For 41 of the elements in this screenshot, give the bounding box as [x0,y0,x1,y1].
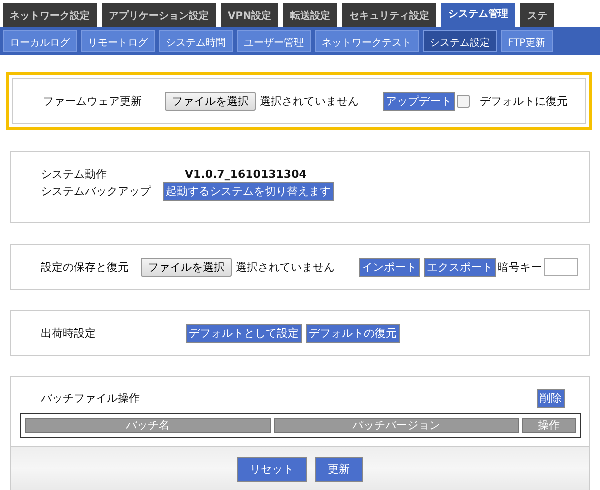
sub-tab[interactable]: FTP更新 [501,30,553,52]
checkbox[interactable] [457,94,470,108]
field-label: システムバックアップ [41,184,152,199]
choose-file-button[interactable]: ファイルを選択 [165,92,256,110]
file-status: 選択されていません [236,260,335,274]
sub-tab[interactable]: リモートログ [81,30,155,52]
footer-button[interactable]: リセット [237,457,307,482]
column-header: パッチバージョン [274,418,519,433]
column-header: パッチ名 [25,418,270,433]
top-tab[interactable]: セキュリティ設定 [342,3,436,27]
section-title: パッチファイル操作 [41,390,140,406]
sub-tab[interactable]: ユーザー管理 [237,30,311,52]
action-button[interactable]: デフォルトとして設定 [186,324,302,342]
sub-tab[interactable]: ローカルログ [3,30,77,52]
sub-tab[interactable]: システム時間 [159,30,233,52]
action-button[interactable]: エクスポート [424,258,496,276]
choose-file-button[interactable]: ファイルを選択 [141,258,232,276]
field-label: 暗号キー [498,260,542,274]
sub-tab[interactable]: システム設定 [423,30,497,52]
top-tab[interactable]: 転送設定 [283,3,338,27]
footer-button[interactable]: 更新 [315,457,363,482]
field-label: ファームウェア更新 [43,94,143,108]
top-tab[interactable]: アプリケーション設定 [102,3,216,27]
top-tab[interactable]: VPN設定 [221,3,278,27]
action-button[interactable]: インポート [359,258,420,276]
delete-button[interactable]: 削除 [537,388,565,408]
column-header: 操作 [522,418,576,433]
file-status: 選択されていません [260,94,359,108]
version-text: V1.0.7_1610131304 [185,168,307,181]
field-label: 設定の保存と復元 [41,260,130,274]
top-tab[interactable]: ネットワーク設定 [3,3,97,27]
switch-system-button[interactable]: 起動するシステムを切り替えます [163,182,334,201]
update-button[interactable]: アップデート [383,92,455,110]
top-tab[interactable]: システム管理 [441,3,516,27]
key-input-field[interactable] [544,258,578,276]
top-tab[interactable]: ステ [520,3,554,27]
action-button[interactable]: デフォルトの復元 [306,324,400,342]
field-label: システム動作 [41,167,108,182]
field-label: 出荷時設定 [41,326,97,340]
checkbox-label: デフォルトに復元 [480,94,568,108]
sub-tab[interactable]: ネットワークテスト [315,30,419,52]
